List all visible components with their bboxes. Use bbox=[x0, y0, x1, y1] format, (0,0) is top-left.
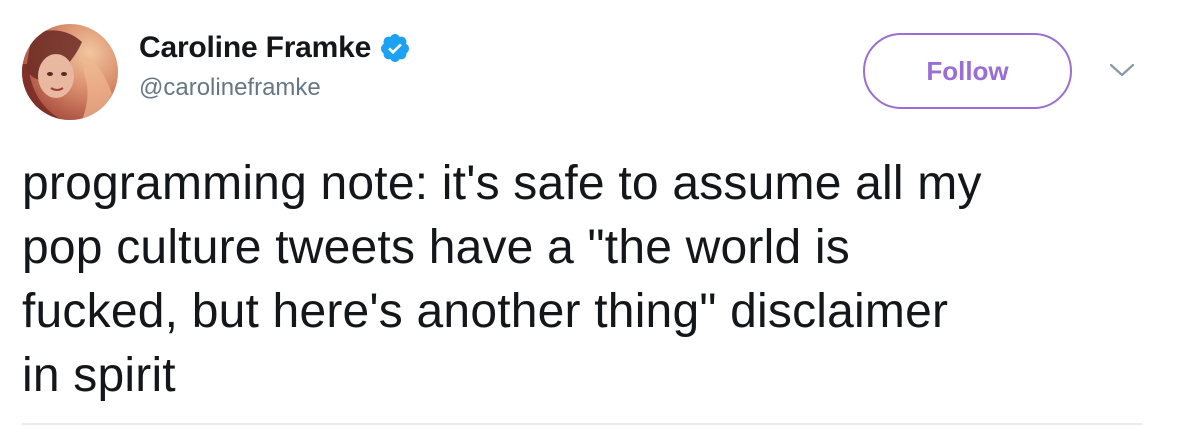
tweet-text-line: fucked, but here's another thing" discla… bbox=[22, 285, 949, 338]
author-name-row: Caroline Framke bbox=[139, 28, 411, 68]
tweet-text: programming note: it's safe to assume al… bbox=[22, 152, 1162, 408]
divider bbox=[22, 423, 1142, 425]
display-name[interactable]: Caroline Framke bbox=[139, 31, 371, 65]
profile-photo-image bbox=[22, 24, 118, 120]
avatar[interactable] bbox=[22, 24, 118, 120]
tweet-text-line: in spirit bbox=[22, 349, 176, 402]
chevron-down-icon[interactable] bbox=[1108, 60, 1136, 80]
tweet-card: Caroline Framke @carolineframke Follow p… bbox=[0, 0, 1178, 426]
tweet-text-line: programming note: it's safe to assume al… bbox=[22, 157, 982, 210]
verified-badge-icon bbox=[379, 32, 411, 64]
tweet-text-line: pop culture tweets have a "the world is bbox=[22, 221, 850, 274]
handle[interactable]: @carolineframke bbox=[139, 74, 321, 102]
follow-button[interactable]: Follow bbox=[863, 33, 1072, 109]
